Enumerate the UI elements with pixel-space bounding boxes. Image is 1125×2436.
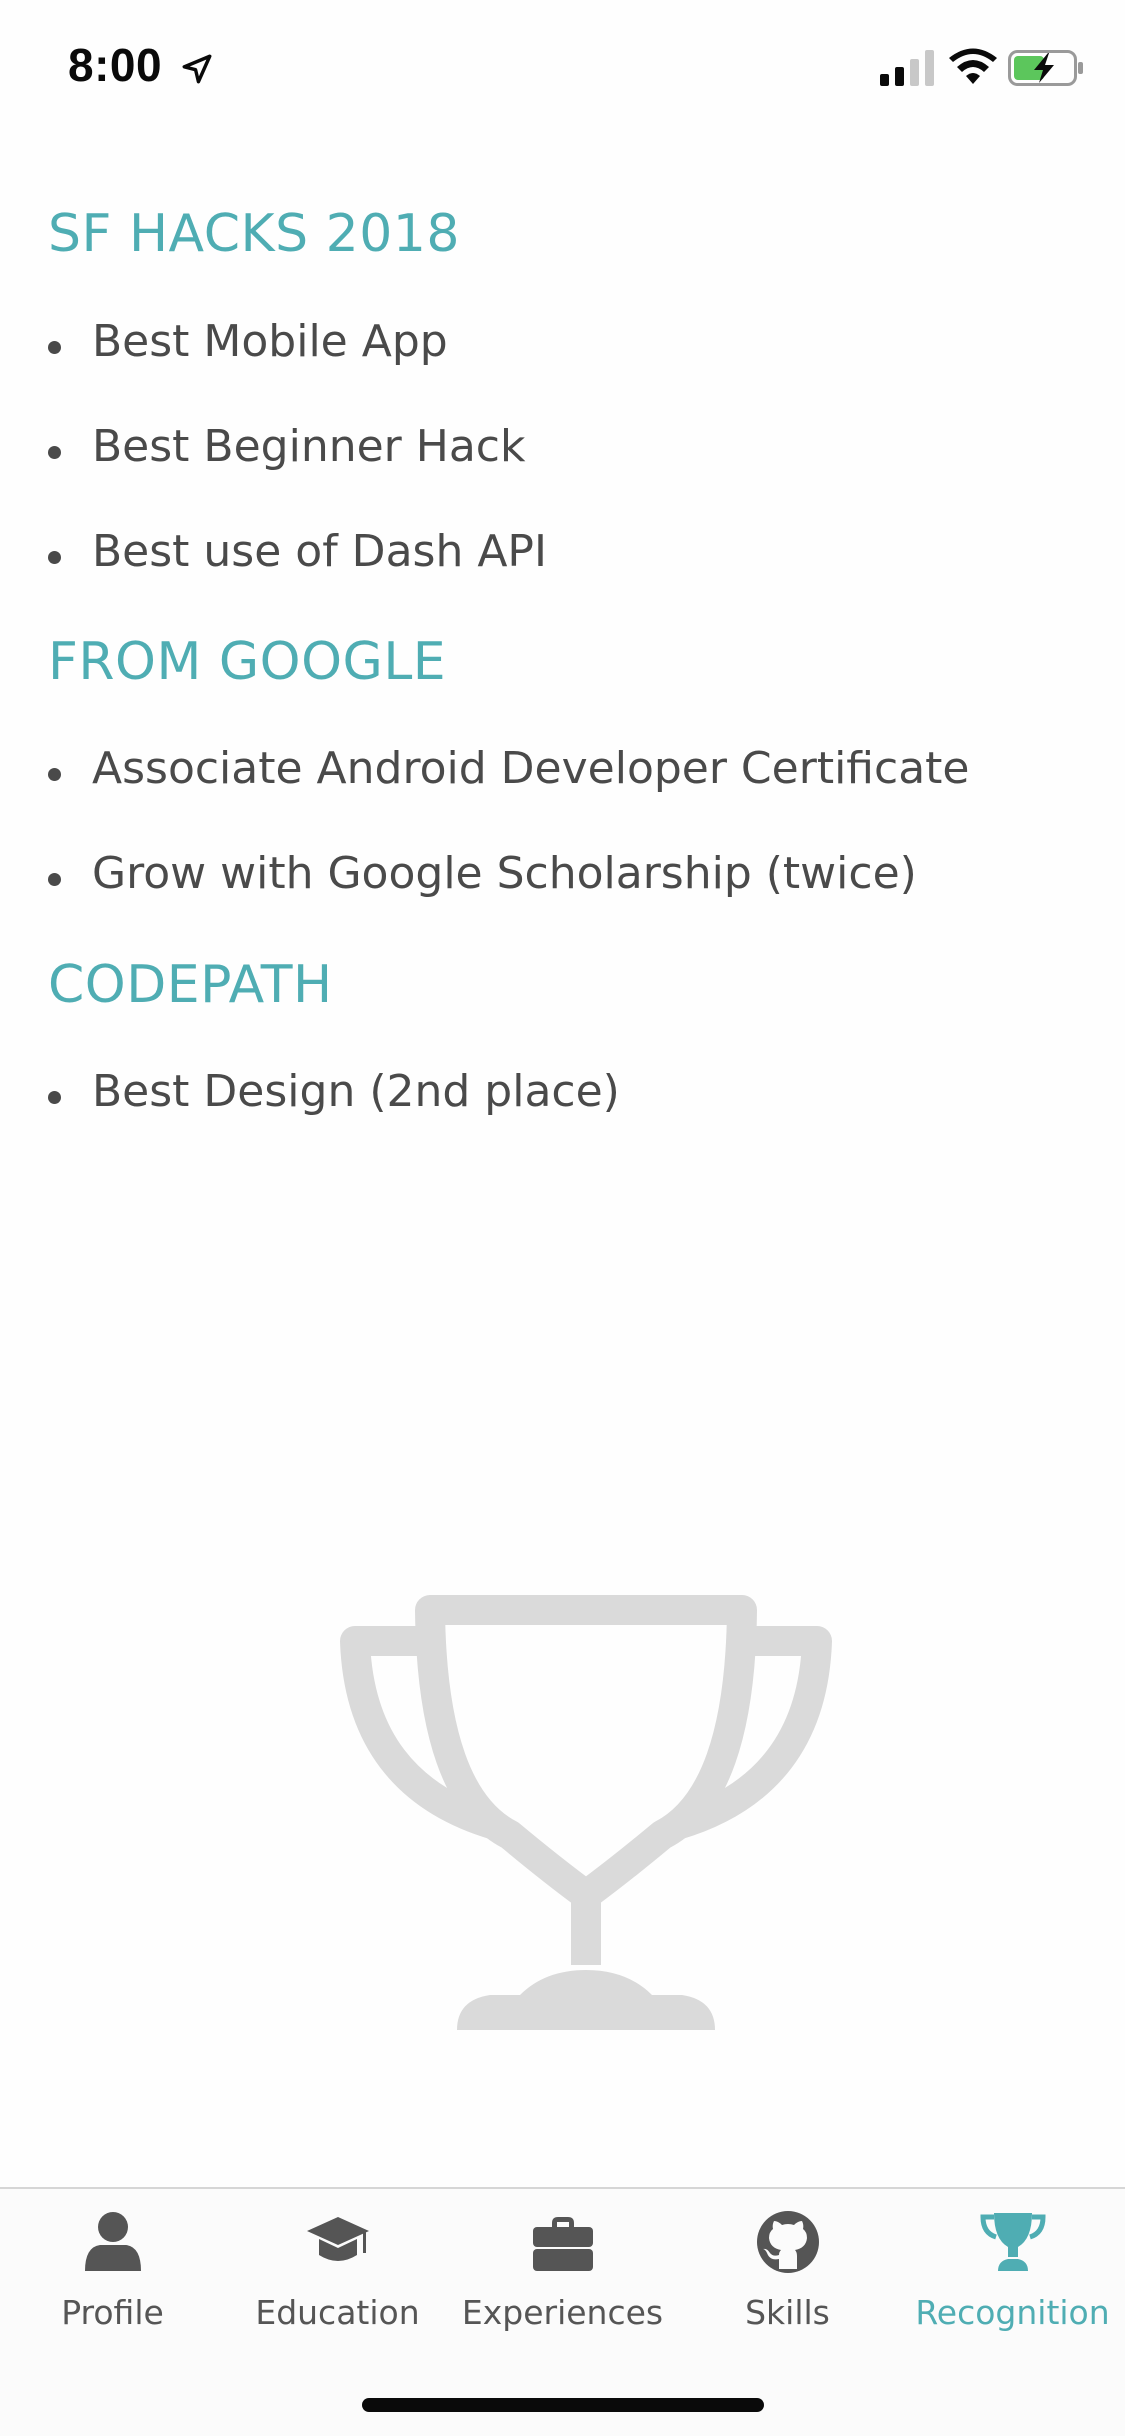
list-item-text: Grow with Google Scholarship (twice)	[92, 848, 917, 899]
tab-recognition[interactable]: Recognition	[900, 2189, 1125, 2359]
bullet	[48, 551, 61, 564]
battery-charging-icon	[1008, 50, 1083, 86]
bullet	[48, 341, 61, 354]
tab-label: Recognition	[915, 2293, 1110, 2332]
tab-skills[interactable]: Skills	[675, 2189, 900, 2359]
list-item-text: Associate Android Developer Certificate	[92, 743, 970, 794]
section-title-codepath: CODEPATH	[48, 955, 333, 1015]
wifi-icon	[949, 48, 997, 84]
home-indicator[interactable]	[362, 2398, 764, 2412]
list-item-text: Best Mobile App	[92, 316, 448, 367]
tab-experiences[interactable]: Experiences	[450, 2189, 675, 2359]
tab-label: Skills	[745, 2293, 830, 2332]
trophy-illustration-icon	[340, 1595, 832, 2030]
tab-label: Education	[255, 2293, 420, 2332]
tab-profile[interactable]: Profile	[0, 2189, 225, 2359]
section-title-sf-hacks: SF HACKS 2018	[48, 204, 460, 264]
list-item-text: Best Design (2nd place)	[92, 1066, 620, 1117]
status-bar: 8:00	[0, 0, 1125, 132]
recognition-screen: 8:00 SF HACKS 2018 Best Mobile App Best …	[0, 0, 1125, 2436]
github-icon	[757, 2211, 819, 2273]
bullet	[48, 768, 61, 781]
list-item-text: Best Beginner Hack	[92, 421, 526, 472]
graduation-cap-icon	[307, 2217, 369, 2261]
tab-label: Profile	[61, 2293, 164, 2332]
bullet	[48, 873, 61, 886]
location-arrow-icon	[182, 54, 212, 84]
person-icon	[85, 2212, 141, 2271]
trophy-icon	[980, 2213, 1046, 2271]
cellular-signal-icon	[880, 50, 934, 86]
section-title-from-google: FROM GOOGLE	[48, 632, 447, 692]
status-time: 8:00	[68, 39, 163, 91]
tab-education[interactable]: Education	[225, 2189, 450, 2359]
bullet	[48, 446, 61, 459]
list-item-text: Best use of Dash API	[92, 526, 547, 577]
bullet	[48, 1091, 61, 1104]
briefcase-icon	[533, 2217, 593, 2271]
tab-label: Experiences	[461, 2293, 664, 2332]
